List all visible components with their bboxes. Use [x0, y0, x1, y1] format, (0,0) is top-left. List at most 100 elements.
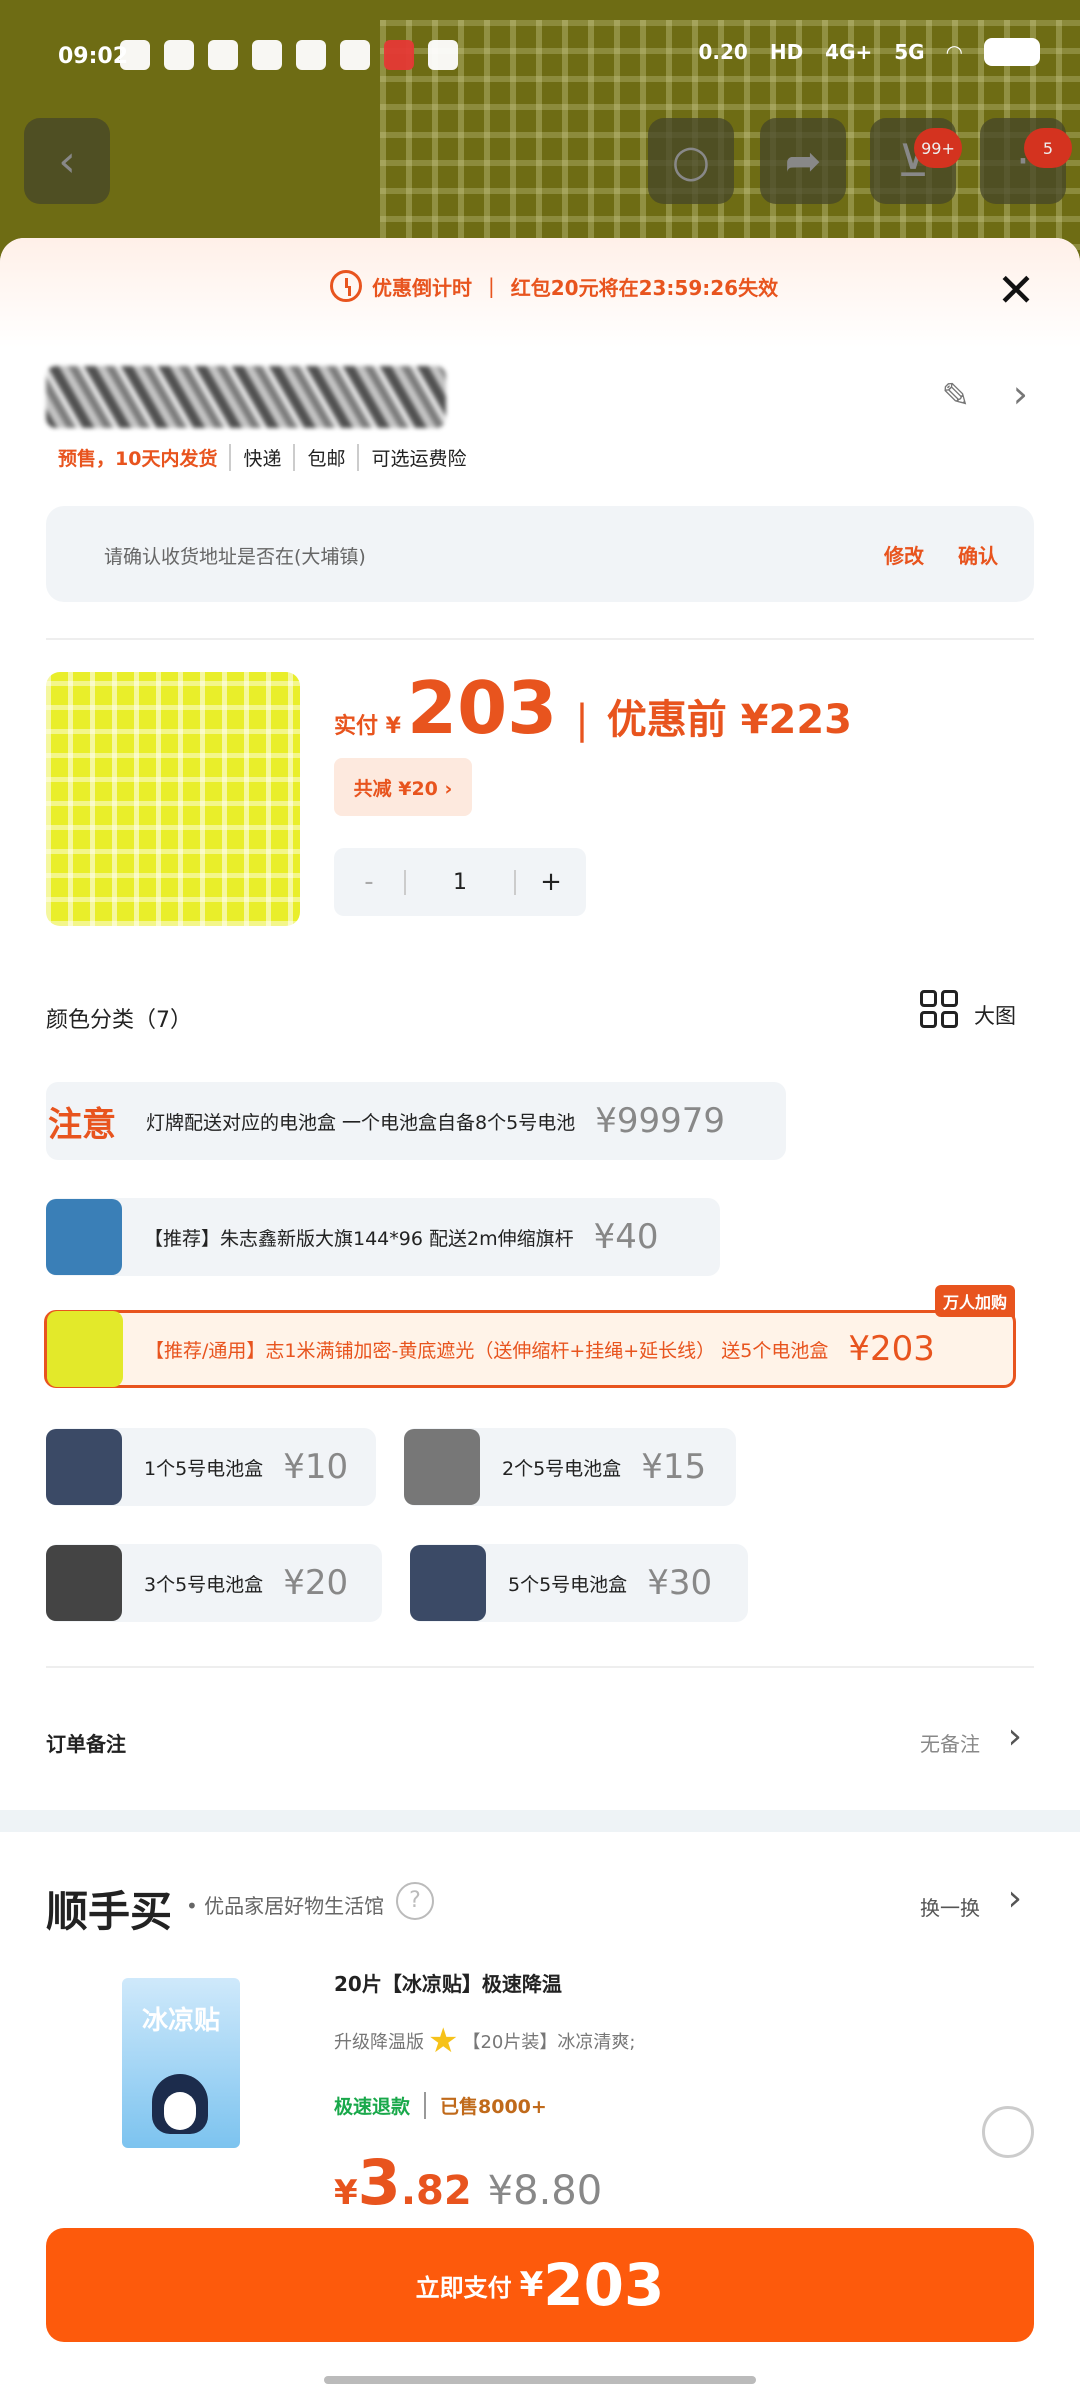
option-label: 1个5号电池盒 — [144, 1457, 264, 1480]
option-thumbnail — [410, 1545, 486, 1621]
status-time: 09:02 — [58, 44, 129, 69]
option-price: ¥15 — [641, 1447, 707, 1487]
fast-refund-tag: 极速退款 — [334, 2096, 411, 2118]
option-selected[interactable]: 【推荐/通用】志1米满铺加密-黄底遮光（送伸缩杆+挂绳+延长线） 送5个电池盒 … — [44, 1285, 1016, 1388]
quantity-value[interactable]: 1 — [404, 869, 516, 895]
pay-now-button[interactable]: 立即支付 ¥ 203 — [46, 2228, 1034, 2342]
notification-icons — [120, 40, 458, 70]
decrease-button[interactable]: - — [334, 867, 404, 897]
option-notice[interactable]: 注意 灯牌配送对应的电池盒 一个电池盒自备8个5号电池 ¥99979 — [46, 1082, 786, 1160]
option-battery-3[interactable]: 3个5号电池盒 ¥20 — [46, 1544, 382, 1622]
home-indicator[interactable] — [324, 2376, 756, 2384]
option-price: ¥203 — [848, 1329, 935, 1369]
option-thumbnail — [47, 1311, 123, 1387]
play-icon — [296, 40, 326, 70]
pay-amount: 203 — [543, 2251, 665, 2319]
divider — [46, 1666, 1034, 1668]
notice-label: 注意 — [48, 1104, 116, 1145]
old-price: ¥8.80 — [487, 2168, 603, 2214]
recommend-title[interactable]: 20片【冰凉贴】极速降温 — [334, 1968, 562, 1997]
net-speed: 0.20 — [698, 40, 748, 64]
discount-detail-button[interactable]: 共减 ¥20 › — [334, 758, 472, 816]
brand-logo: 顺手买 — [46, 1887, 173, 1936]
close-button[interactable]: ✕ — [994, 267, 1038, 313]
remark-chevron-icon[interactable]: › — [1008, 1716, 1022, 1757]
big-view-button[interactable]: 大图 — [974, 1000, 1016, 1030]
order-remark-value[interactable]: 无备注 — [920, 1728, 980, 1757]
pay-currency: ¥ — [519, 2265, 544, 2305]
sold-count: 已售8000+ — [424, 2092, 547, 2119]
option-thumbnail — [46, 1199, 122, 1275]
countdown-label: 优惠倒计时 — [372, 275, 472, 300]
top-nav: ‹ ○ ➦ ⊻ 99+ · 5 — [0, 118, 1080, 204]
hd-icon: HD — [769, 40, 804, 64]
swap-button[interactable]: 换一换 — [920, 1892, 980, 1921]
pay-label: 立即支付 — [415, 2273, 512, 2302]
status-right: 0.20 HD 4G+ 5G ◠ — [698, 38, 1040, 66]
cart-button[interactable]: ⊻ 99+ — [870, 118, 962, 204]
price-decimal: .82 — [400, 2168, 472, 2214]
app-icon — [340, 40, 370, 70]
share-button[interactable]: ➦ — [760, 118, 846, 204]
brand-subtitle: • 优品家居好物生活馆 — [186, 1894, 385, 1918]
swap-chevron-icon[interactable]: › — [1008, 1878, 1022, 1919]
edit-address-icon[interactable]: ✎ — [942, 376, 971, 416]
option-price: ¥40 — [593, 1217, 659, 1257]
address-chevron-icon[interactable]: › — [1013, 372, 1028, 416]
back-button[interactable]: ‹ — [24, 118, 110, 204]
checkout-sheet: 优惠倒计时 | 红包20元将在23:59:26失效 ✕ ✎ › 预售，10天内发… — [0, 238, 1080, 2388]
recommend-sub2: 【20片装】冰凉清爽; — [462, 2032, 636, 2053]
option-battery-1[interactable]: 1个5号电池盒 ¥10 — [46, 1428, 376, 1506]
search-button[interactable]: ○ — [648, 118, 734, 204]
option-thumbnail — [46, 1429, 122, 1505]
countdown-text: 红包20元将在23:59:26失效 — [510, 275, 779, 300]
product-image[interactable] — [46, 672, 300, 926]
app-icon — [252, 40, 282, 70]
recommend-select-radio[interactable] — [982, 2106, 1034, 2158]
option-label: 灯牌配送对应的电池盒 一个电池盒自备8个5号电池 — [146, 1111, 576, 1134]
cart-badge: 99+ — [914, 128, 962, 168]
option-battery-2[interactable]: 2个5号电池盒 ¥15 — [404, 1428, 736, 1506]
status-bar: 09:02 0.20 HD 4G+ 5G ◠ — [0, 0, 1080, 120]
confirm-address-button[interactable]: 确认 — [958, 540, 998, 569]
free-shipping-text: 包邮 — [293, 444, 357, 471]
recommend-price: ¥ 3 .82 ¥8.80 — [334, 2146, 602, 2219]
app-icon — [208, 40, 238, 70]
close-icon: ✕ — [996, 263, 1036, 317]
shipping-info: 预售，10天内发货 快递 包邮 可选运费险 — [58, 444, 479, 471]
option-label: 5个5号电池盒 — [508, 1573, 628, 1596]
help-icon[interactable]: ? — [396, 1882, 434, 1920]
option-flag[interactable]: 【推荐】朱志鑫新版大旗144*96 配送2m伸缩旗杆 ¥40 — [46, 1198, 720, 1276]
battery-icon — [984, 38, 1040, 66]
modify-address-button[interactable]: 修改 — [884, 540, 924, 569]
option-price: ¥30 — [647, 1563, 713, 1603]
category-title: 颜色分类（7） — [46, 1008, 192, 1033]
divider — [46, 638, 1034, 640]
increase-button[interactable]: + — [516, 867, 586, 897]
option-thumbnail — [404, 1429, 480, 1505]
recommend-subtitle: 升级降温版 ★ 【20片装】冰凉清爽; — [334, 2024, 635, 2058]
address-confirm-text: 请确认收货地址是否在(大埔镇) — [104, 546, 366, 568]
wifi-icon: ◠ — [946, 40, 962, 64]
penguin-illustration — [152, 2074, 208, 2134]
price-separator: | — [575, 697, 589, 743]
option-price: ¥99979 — [595, 1101, 726, 1141]
star-icon: ★ — [428, 2021, 459, 2061]
app-icon — [428, 40, 458, 70]
price-row: 实付 ¥ 203 | 优惠前 ¥223 — [334, 666, 852, 750]
signal-5g: 5G — [894, 40, 925, 64]
option-price: ¥20 — [283, 1563, 349, 1603]
more-badge: 5 — [1024, 128, 1072, 168]
option-price: ¥10 — [283, 1447, 349, 1487]
option-battery-5[interactable]: 5个5号电池盒 ¥30 — [410, 1544, 748, 1622]
search-icon: ○ — [671, 135, 711, 187]
option-label: 2个5号电池盒 — [502, 1457, 622, 1480]
address-confirm-bar: 请确认收货地址是否在(大埔镇) 修改 确认 — [46, 506, 1034, 602]
insurance-text: 可选运费险 — [357, 444, 478, 471]
recommend-product-image[interactable]: 冰凉贴 — [122, 1978, 240, 2148]
more-button[interactable]: · 5 — [980, 118, 1072, 204]
product-image-text: 冰凉贴 — [141, 2006, 220, 2036]
order-remark-label: 订单备注 — [46, 1732, 126, 1756]
clock-icon — [330, 270, 362, 302]
grid-view-icon[interactable] — [920, 990, 958, 1028]
